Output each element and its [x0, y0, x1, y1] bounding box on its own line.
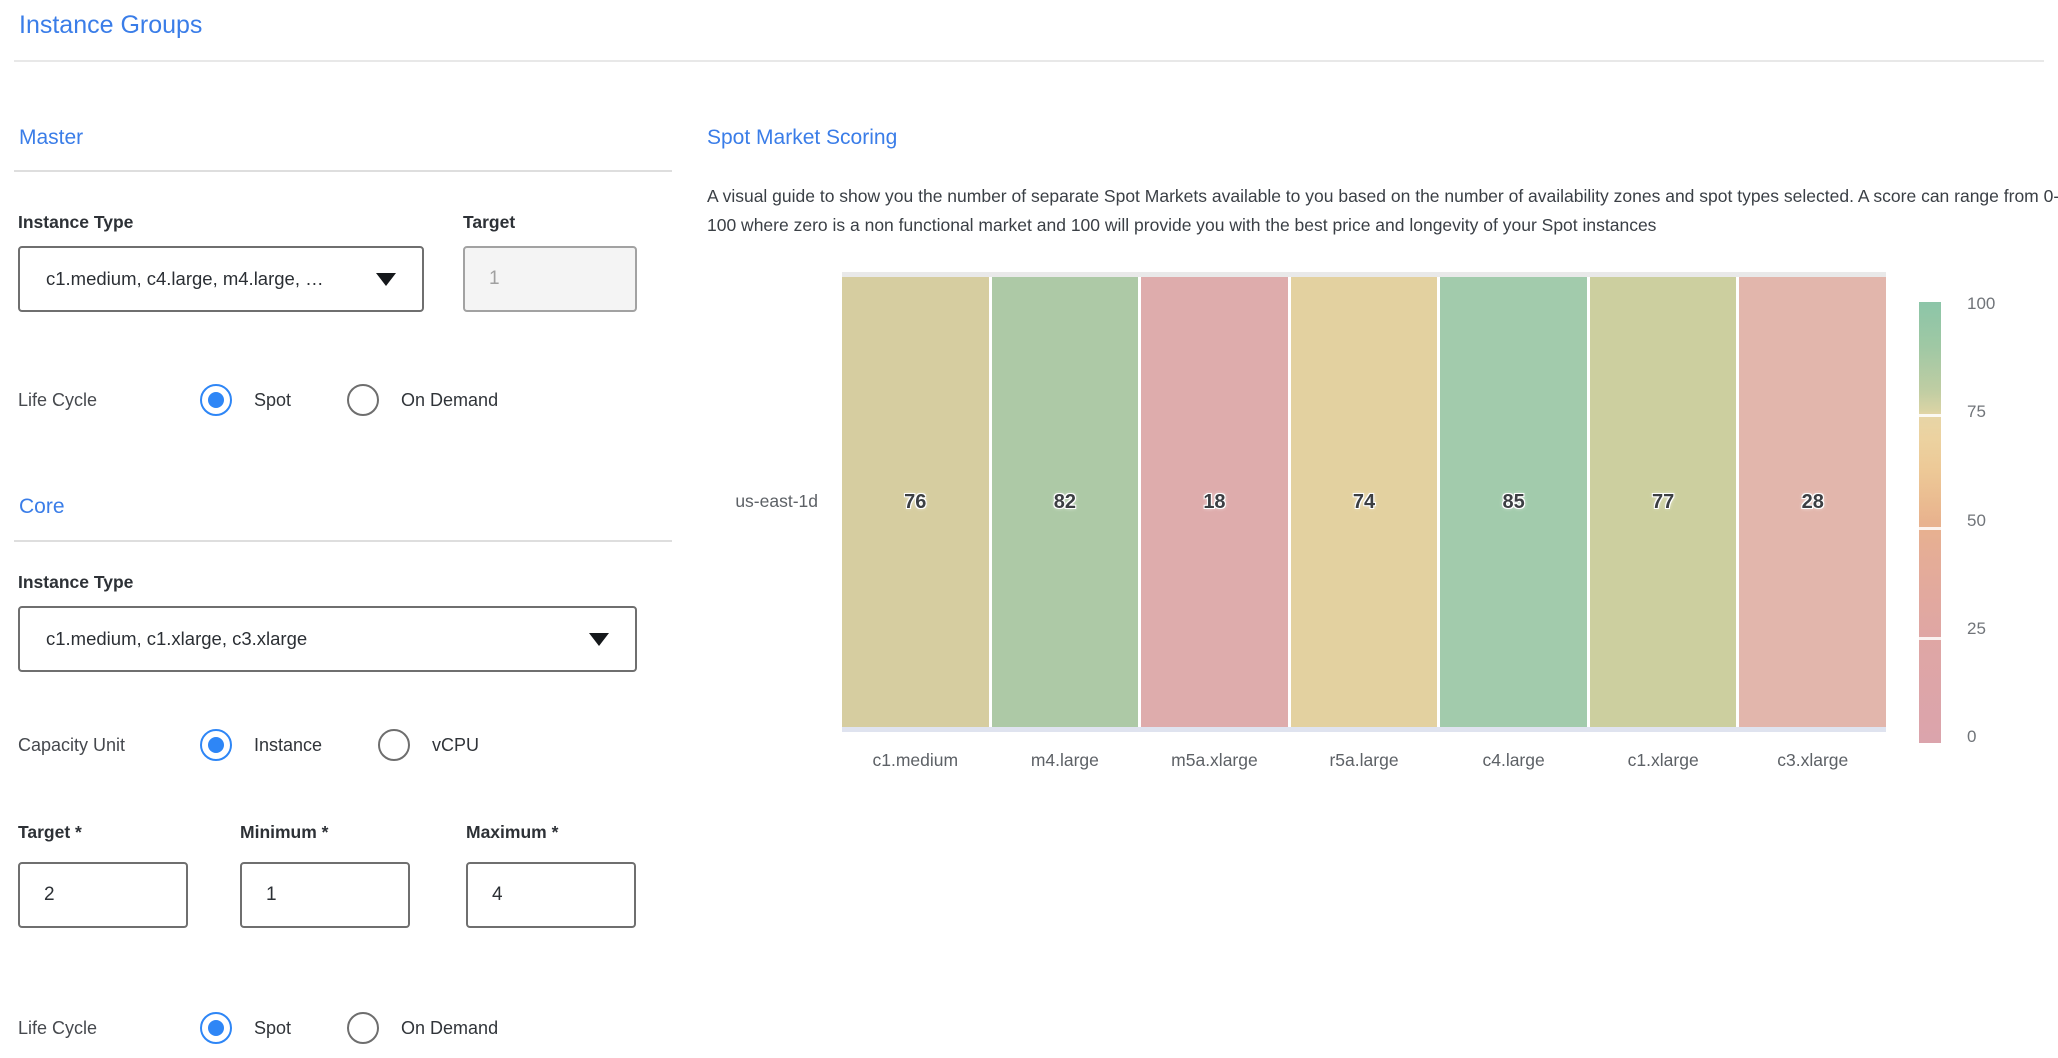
core-section-heading: Core [19, 495, 65, 519]
core-instance-type-label: Instance Type [18, 572, 133, 593]
legend-tick: 75 [1967, 402, 1986, 422]
spot-market-description: A visual guide to show you the number of… [707, 182, 2058, 240]
heatmap-plot: 76 82 18 74 85 77 28 [842, 272, 1886, 732]
core-instance-type-value: c1.medium, c1.xlarge, c3.xlarge [46, 628, 307, 650]
legend-tick-labels: 1007550250 [1967, 304, 2015, 737]
chevron-down-icon [376, 273, 396, 286]
master-instance-type-dropdown[interactable]: c1.medium, c4.large, m4.large, … [18, 246, 424, 312]
core-life-cycle-radio-group: Spot On Demand [200, 1012, 554, 1044]
radio-option-vcpu[interactable]: vCPU [378, 729, 479, 761]
heatmap-cell-m5a.xlarge[interactable]: 18 [1141, 277, 1288, 727]
heatmap-cell-value: 76 [904, 491, 926, 514]
legend-tick: 25 [1967, 619, 1986, 639]
legend-tick: 0 [1967, 727, 1976, 747]
page-title: Instance Groups [19, 11, 202, 40]
heatmap-cell-value: 74 [1353, 491, 1375, 514]
core-minimum-label: Minimum * [240, 822, 328, 843]
heatmap-x-label: c3.xlarge [1739, 750, 1886, 771]
radio-option-on-demand[interactable]: On Demand [347, 1012, 498, 1044]
heatmap-x-label: m5a.xlarge [1141, 750, 1288, 771]
legend-tick: 100 [1967, 294, 1995, 314]
radio-selected-icon[interactable] [200, 729, 232, 761]
core-maximum-input[interactable] [466, 862, 636, 928]
heatmap-x-label: r5a.large [1291, 750, 1438, 771]
radio-unselected-icon[interactable] [378, 729, 410, 761]
master-instance-type-value: c1.medium, c4.large, m4.large, … [46, 268, 324, 290]
legend-separator [1919, 637, 1941, 640]
legend-separator [1919, 414, 1941, 417]
core-life-cycle-label: Life Cycle [18, 1018, 97, 1039]
radio-selected-icon[interactable] [200, 1012, 232, 1044]
heatmap-cell-c4.large[interactable]: 85 [1440, 277, 1587, 727]
heatmap-cell-value: 77 [1652, 491, 1674, 514]
heatmap-cell-value: 85 [1502, 491, 1524, 514]
radio-option-spot[interactable]: Spot [200, 384, 291, 416]
radio-label-spot: Spot [254, 1018, 291, 1039]
legend-tick: 50 [1967, 511, 1986, 531]
heatmap-x-label: c1.xlarge [1590, 750, 1737, 771]
radio-label-instance: Instance [254, 735, 322, 756]
instance-groups-page: Instance Groups Master Instance Type c1.… [0, 0, 2058, 1058]
heatmap-cell-value: 28 [1802, 491, 1824, 514]
core-instance-type-dropdown[interactable]: c1.medium, c1.xlarge, c3.xlarge [18, 606, 637, 672]
heatmap-cell-c1.medium[interactable]: 76 [842, 277, 989, 727]
core-target-input[interactable] [18, 862, 188, 928]
radio-unselected-icon[interactable] [347, 384, 379, 416]
legend-separator [1919, 527, 1941, 530]
heatmap-x-label: c1.medium [842, 750, 989, 771]
core-target-label: Target * [18, 822, 82, 843]
color-scale-legend [1919, 302, 1941, 743]
heatmap-cells-row: 76 82 18 74 85 77 28 [842, 277, 1886, 727]
radio-label-on-demand: On Demand [401, 1018, 498, 1039]
radio-unselected-icon[interactable] [347, 1012, 379, 1044]
core-minimum-input[interactable] [240, 862, 410, 928]
top-divider [14, 60, 2044, 62]
chevron-down-icon [589, 633, 609, 646]
core-maximum-label: Maximum * [466, 822, 558, 843]
radio-option-on-demand[interactable]: On Demand [347, 384, 498, 416]
radio-selected-icon[interactable] [200, 384, 232, 416]
radio-label-spot: Spot [254, 390, 291, 411]
heatmap-x-axis-labels: c1.mediumm4.largem5a.xlarger5a.largec4.l… [842, 750, 1886, 771]
master-instance-type-label: Instance Type [18, 212, 133, 233]
master-target-input[interactable] [463, 246, 637, 312]
heatmap-cell-value: 82 [1054, 491, 1076, 514]
master-divider [14, 170, 672, 172]
master-target-label: Target [463, 212, 515, 233]
heatmap-cell-r5a.large[interactable]: 74 [1291, 277, 1438, 727]
heatmap-x-label: m4.large [992, 750, 1139, 771]
spot-market-scoring-heading: Spot Market Scoring [707, 126, 897, 150]
core-divider [14, 540, 672, 542]
master-life-cycle-radio-group: Spot On Demand [200, 384, 554, 416]
heatmap-cell-c3.xlarge[interactable]: 28 [1739, 277, 1886, 727]
heatmap-row-label: us-east-1d [688, 491, 818, 512]
radio-label-vcpu: vCPU [432, 735, 479, 756]
capacity-unit-radio-group: Instance vCPU [200, 729, 535, 761]
capacity-unit-label: Capacity Unit [18, 735, 125, 756]
heatmap-cell-m4.large[interactable]: 82 [992, 277, 1139, 727]
master-life-cycle-label: Life Cycle [18, 390, 97, 411]
radio-option-spot[interactable]: Spot [200, 1012, 291, 1044]
heatmap-cell-c1.xlarge[interactable]: 77 [1590, 277, 1737, 727]
master-section-heading: Master [19, 126, 83, 150]
heatmap-cell-value: 18 [1203, 491, 1225, 514]
radio-option-instance[interactable]: Instance [200, 729, 322, 761]
radio-label-on-demand: On Demand [401, 390, 498, 411]
heatmap-axis-line [842, 727, 1886, 732]
heatmap-x-label: c4.large [1440, 750, 1587, 771]
